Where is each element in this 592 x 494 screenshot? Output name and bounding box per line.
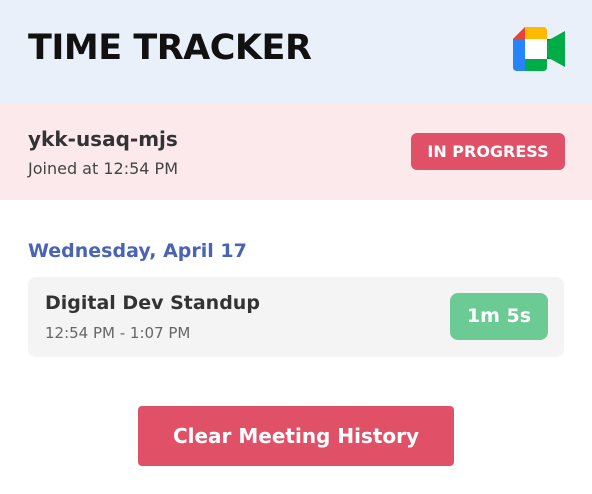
meeting-title: Digital Dev Standup bbox=[45, 292, 260, 314]
meeting-card: Digital Dev Standup 12:54 PM - 1:07 PM 1… bbox=[28, 277, 564, 357]
google-meet-icon bbox=[513, 27, 565, 71]
app-title: TIME TRACKER bbox=[28, 28, 312, 68]
joined-time: Joined at 12:54 PM bbox=[28, 159, 178, 178]
active-meeting-panel: ykk-usaq-mjs Joined at 12:54 PM IN PROGR… bbox=[0, 103, 592, 200]
date-heading: Wednesday, April 17 bbox=[28, 240, 247, 262]
header: TIME TRACKER bbox=[0, 0, 592, 103]
status-badge: IN PROGRESS bbox=[411, 133, 565, 170]
meeting-code: ykk-usaq-mjs bbox=[28, 127, 178, 151]
duration-badge: 1m 5s bbox=[450, 293, 548, 340]
clear-history-button[interactable]: Clear Meeting History bbox=[138, 406, 454, 466]
meeting-time-range: 12:54 PM - 1:07 PM bbox=[45, 324, 191, 342]
